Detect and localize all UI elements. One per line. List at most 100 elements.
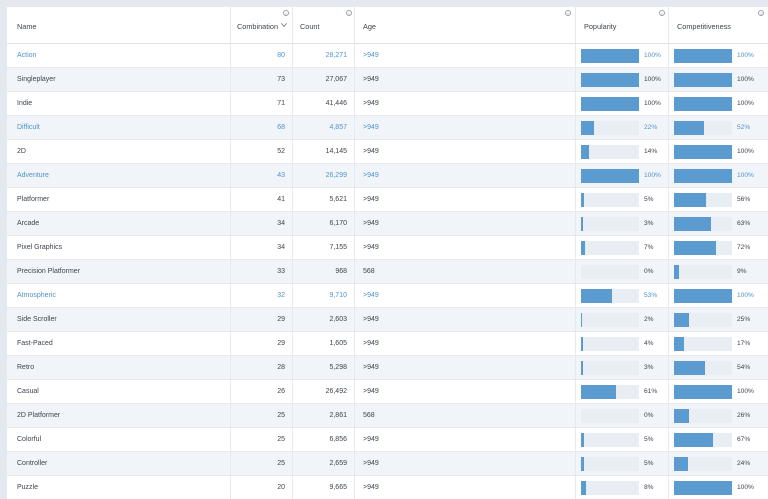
- popularity-bar-track: [581, 265, 639, 279]
- tag-name: Platformer: [7, 188, 231, 212]
- count-value: 9,710: [293, 284, 355, 308]
- table-row[interactable]: Platformer 41 5,621 >949 5% 56%: [7, 188, 768, 212]
- popularity-cell: 3%: [576, 212, 669, 236]
- table-row[interactable]: Indie 71 41,446 >949 100% 100%: [7, 92, 768, 116]
- tag-name: Colorful: [7, 428, 231, 452]
- combination-value: 29: [231, 308, 293, 332]
- table-row[interactable]: Pixel Graphics 34 7,155 >949 7% 72%: [7, 236, 768, 260]
- popularity-percent: 5%: [644, 436, 654, 443]
- competitiveness-bar-fill: [674, 145, 732, 159]
- table-row[interactable]: Difficult 68 4,857 >949 22% 52%: [7, 116, 768, 140]
- age-value: >949: [355, 380, 576, 404]
- popularity-percent: 3%: [644, 364, 654, 371]
- chevron-down-icon[interactable]: [281, 22, 287, 28]
- popularity-bar-fill: [581, 313, 583, 327]
- competitiveness-bar-fill: [674, 337, 684, 351]
- count-value: 4,857: [293, 116, 355, 140]
- info-icon[interactable]: i: [758, 10, 764, 16]
- table-row[interactable]: Action 80 28,271 >949 100% 100%: [7, 44, 768, 68]
- combination-value: 32: [231, 284, 293, 308]
- tag-name[interactable]: Difficult: [7, 116, 231, 140]
- tag-table: Name i Combination i Count i Age i Popul…: [7, 7, 768, 499]
- combination-value: 52: [231, 140, 293, 164]
- tag-name[interactable]: Atmospheric: [7, 284, 231, 308]
- age-value: >949: [355, 284, 576, 308]
- column-header-competitiveness[interactable]: i Competitiveness: [669, 7, 768, 44]
- competitiveness-bar-track: [674, 337, 732, 351]
- tag-name: Casual: [7, 380, 231, 404]
- competitiveness-cell: 100%: [669, 380, 768, 404]
- popularity-cell: 14%: [576, 140, 669, 164]
- competitiveness-percent: 52%: [737, 124, 751, 131]
- tag-name[interactable]: Action: [7, 44, 231, 68]
- popularity-bar-fill: [581, 433, 584, 447]
- table-row[interactable]: Singleplayer 73 27,067 >949 100% 100%: [7, 68, 768, 92]
- competitiveness-bar-track: [674, 145, 732, 159]
- competitiveness-bar-track: [674, 289, 732, 303]
- count-value: 2,861: [293, 404, 355, 428]
- popularity-bar-track: [581, 217, 639, 231]
- competitiveness-bar-fill: [674, 73, 732, 87]
- popularity-percent: 8%: [644, 484, 654, 491]
- table-row[interactable]: 2D Platformer 25 2,861 568 0% 26%: [7, 404, 768, 428]
- competitiveness-bar-track: [674, 49, 732, 63]
- table-row[interactable]: Atmospheric 32 9,710 >949 53% 100%: [7, 284, 768, 308]
- popularity-cell: 0%: [576, 404, 669, 428]
- table-row[interactable]: Arcade 34 6,170 >949 3% 63%: [7, 212, 768, 236]
- table-row[interactable]: Puzzle 20 9,665 >949 8% 100%: [7, 476, 768, 499]
- info-icon[interactable]: i: [283, 10, 289, 16]
- column-label-name: Name: [17, 22, 37, 31]
- popularity-cell: 100%: [576, 44, 669, 68]
- column-header-count[interactable]: i Count: [293, 7, 355, 44]
- table-row[interactable]: Adventure 43 26,299 >949 100% 100%: [7, 164, 768, 188]
- info-icon[interactable]: i: [346, 10, 352, 16]
- column-header-popularity[interactable]: i Popularity: [576, 7, 669, 44]
- competitiveness-percent: 100%: [737, 172, 754, 179]
- column-header-name[interactable]: Name: [7, 7, 231, 44]
- competitiveness-bar-track: [674, 217, 732, 231]
- popularity-bar-fill: [581, 289, 612, 303]
- table-row[interactable]: Fast-Paced 29 1,605 >949 4% 17%: [7, 332, 768, 356]
- column-header-age[interactable]: i Age: [355, 7, 576, 44]
- count-value: 9,665: [293, 476, 355, 499]
- table-row[interactable]: Side Scroller 29 2,603 >949 2% 25%: [7, 308, 768, 332]
- count-value: 41,446: [293, 92, 355, 116]
- table-row[interactable]: Colorful 25 6,856 >949 5% 67%: [7, 428, 768, 452]
- competitiveness-cell: 100%: [669, 284, 768, 308]
- age-value: >949: [355, 44, 576, 68]
- age-value: >949: [355, 356, 576, 380]
- competitiveness-cell: 100%: [669, 140, 768, 164]
- age-value: >949: [355, 92, 576, 116]
- competitiveness-bar-track: [674, 265, 732, 279]
- info-icon[interactable]: i: [565, 10, 571, 16]
- count-value: 14,145: [293, 140, 355, 164]
- competitiveness-bar-track: [674, 457, 732, 471]
- combination-value: 43: [231, 164, 293, 188]
- competitiveness-cell: 100%: [669, 164, 768, 188]
- popularity-cell: 2%: [576, 308, 669, 332]
- popularity-cell: 5%: [576, 428, 669, 452]
- tag-name[interactable]: Adventure: [7, 164, 231, 188]
- popularity-percent: 7%: [644, 244, 654, 251]
- competitiveness-bar-track: [674, 121, 732, 135]
- table-row[interactable]: 2D 52 14,145 >949 14% 100%: [7, 140, 768, 164]
- popularity-percent: 100%: [644, 76, 661, 83]
- tag-name: Precision Platformer: [7, 260, 231, 284]
- popularity-bar-track: [581, 385, 639, 399]
- table-row[interactable]: Controller 25 2,659 >949 5% 24%: [7, 452, 768, 476]
- popularity-bar-track: [581, 241, 639, 255]
- tag-name: 2D: [7, 140, 231, 164]
- table-row[interactable]: Casual 26 26,492 >949 61% 100%: [7, 380, 768, 404]
- table-row[interactable]: Precision Platformer 33 968 568 0% 9%: [7, 260, 768, 284]
- competitiveness-percent: 100%: [737, 76, 754, 83]
- competitiveness-bar-track: [674, 385, 732, 399]
- popularity-percent: 0%: [644, 412, 654, 419]
- tag-name: Fast-Paced: [7, 332, 231, 356]
- info-icon[interactable]: i: [659, 10, 665, 16]
- count-value: 1,605: [293, 332, 355, 356]
- competitiveness-percent: 100%: [737, 148, 754, 155]
- column-header-combination[interactable]: i Combination: [231, 7, 293, 44]
- popularity-cell: 100%: [576, 92, 669, 116]
- competitiveness-bar-track: [674, 169, 732, 183]
- table-row[interactable]: Retro 28 5,298 >949 3% 54%: [7, 356, 768, 380]
